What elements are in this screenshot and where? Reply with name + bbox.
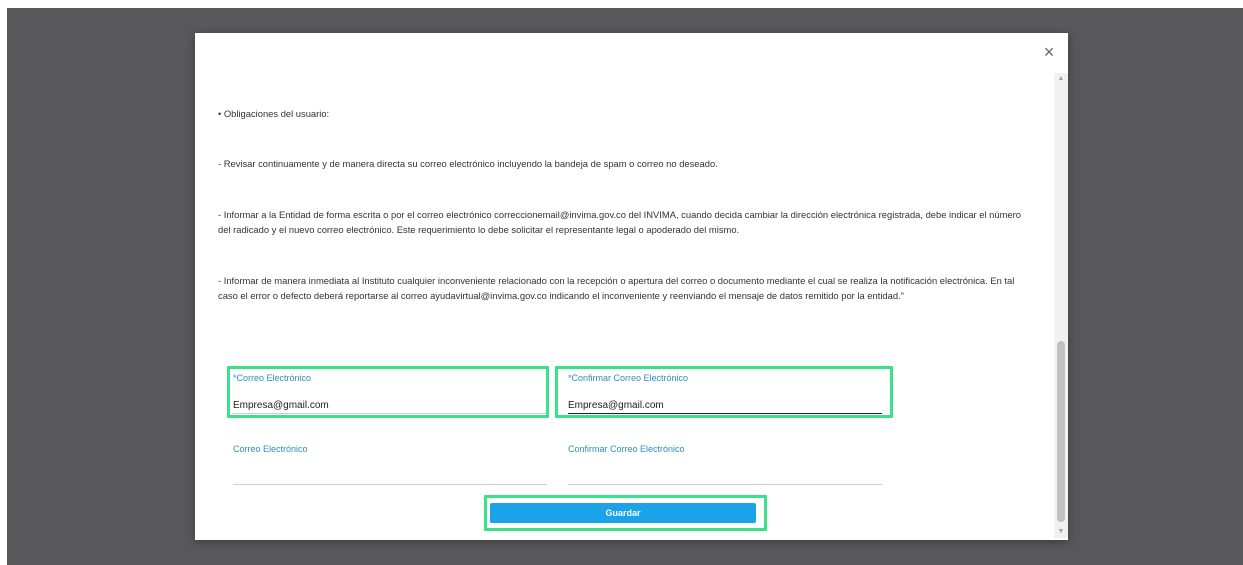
scroll-down-icon[interactable]: ▼ [1054,526,1068,538]
confirm-email-field-1-highlight [555,366,893,418]
email-label-2: Correo Electrónico [233,444,308,454]
obligation-paragraph-1: - Revisar continuamente y de manera dire… [218,158,718,169]
obligation-paragraph-3: - Informar de manera inmediata al Instit… [218,275,1015,301]
modal-scrollbar[interactable]: ▲ ▼ [1054,73,1068,538]
scroll-thumb[interactable] [1057,341,1065,522]
close-icon[interactable]: × [1040,43,1058,61]
email-input-2[interactable] [233,468,547,485]
confirm-email-label-2: Confirmar Correo Electrónico [568,444,685,454]
scroll-up-icon[interactable]: ▲ [1054,73,1068,85]
save-button-highlight [484,495,767,531]
obligation-paragraph-2: - Informar a la Entidad de forma escrita… [218,209,1021,235]
email-registration-modal: × • Obligaciones del usuario: - Revisar … [195,33,1068,540]
confirm-email-input-2[interactable] [568,468,882,485]
email-field-1-highlight [227,366,549,418]
user-obligations-heading: • Obligaciones del usuario: [218,108,330,119]
